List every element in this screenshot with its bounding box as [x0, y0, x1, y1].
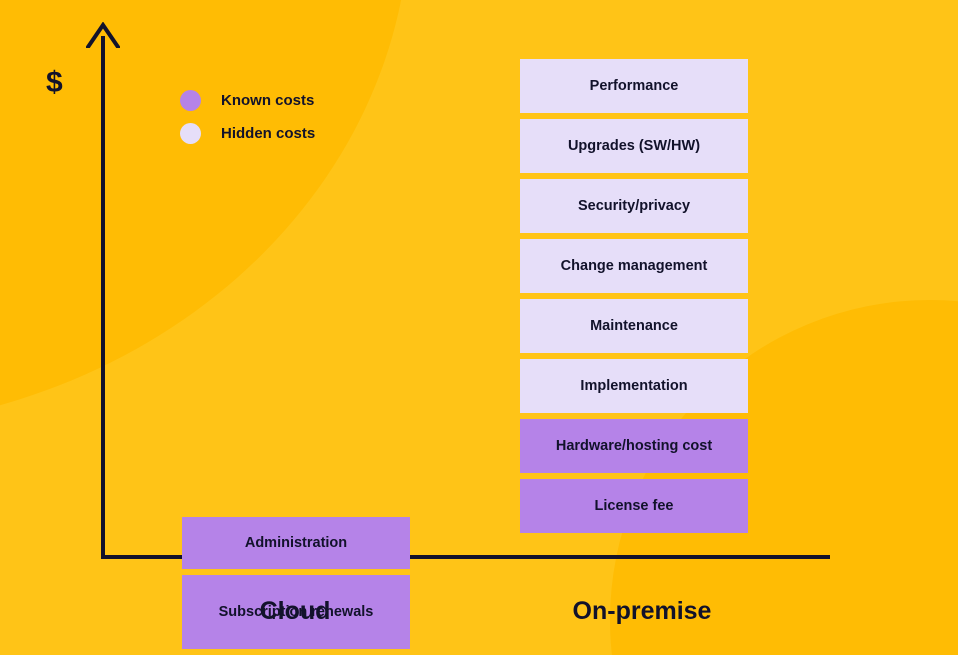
y-axis-label: $: [46, 66, 63, 99]
cost-box: Change management: [520, 239, 748, 293]
bar-column-onpremise: License fee Hardware/hosting cost Implem…: [520, 59, 748, 539]
legend-item-known: Known costs: [180, 84, 410, 117]
arrow-up-icon: [86, 22, 120, 48]
legend-label-known: Known costs: [221, 92, 315, 109]
cost-box: License fee: [520, 479, 748, 533]
legend: Known costs Hidden costs: [180, 84, 410, 150]
cost-box: Performance: [520, 59, 748, 113]
category-label-cloud: Cloud: [259, 597, 331, 625]
legend-label-hidden: Hidden costs: [221, 125, 316, 142]
cost-box: Maintenance: [520, 299, 748, 353]
chart-canvas: $ Known costs Hidden costs Subscription …: [0, 0, 958, 655]
background-blob-top-left: [0, 0, 410, 430]
y-axis-line: [101, 36, 105, 559]
legend-dot-hidden-icon: [180, 123, 201, 144]
cost-box: Administration: [182, 517, 410, 569]
cost-box: Security/privacy: [520, 179, 748, 233]
legend-dot-known-icon: [180, 90, 201, 111]
legend-item-hidden: Hidden costs: [180, 117, 410, 150]
cost-box: Upgrades (SW/HW): [520, 119, 748, 173]
category-label-onpremise: On-premise: [572, 597, 712, 625]
cost-box: Hardware/hosting cost: [520, 419, 748, 473]
cost-box: Implementation: [520, 359, 748, 413]
